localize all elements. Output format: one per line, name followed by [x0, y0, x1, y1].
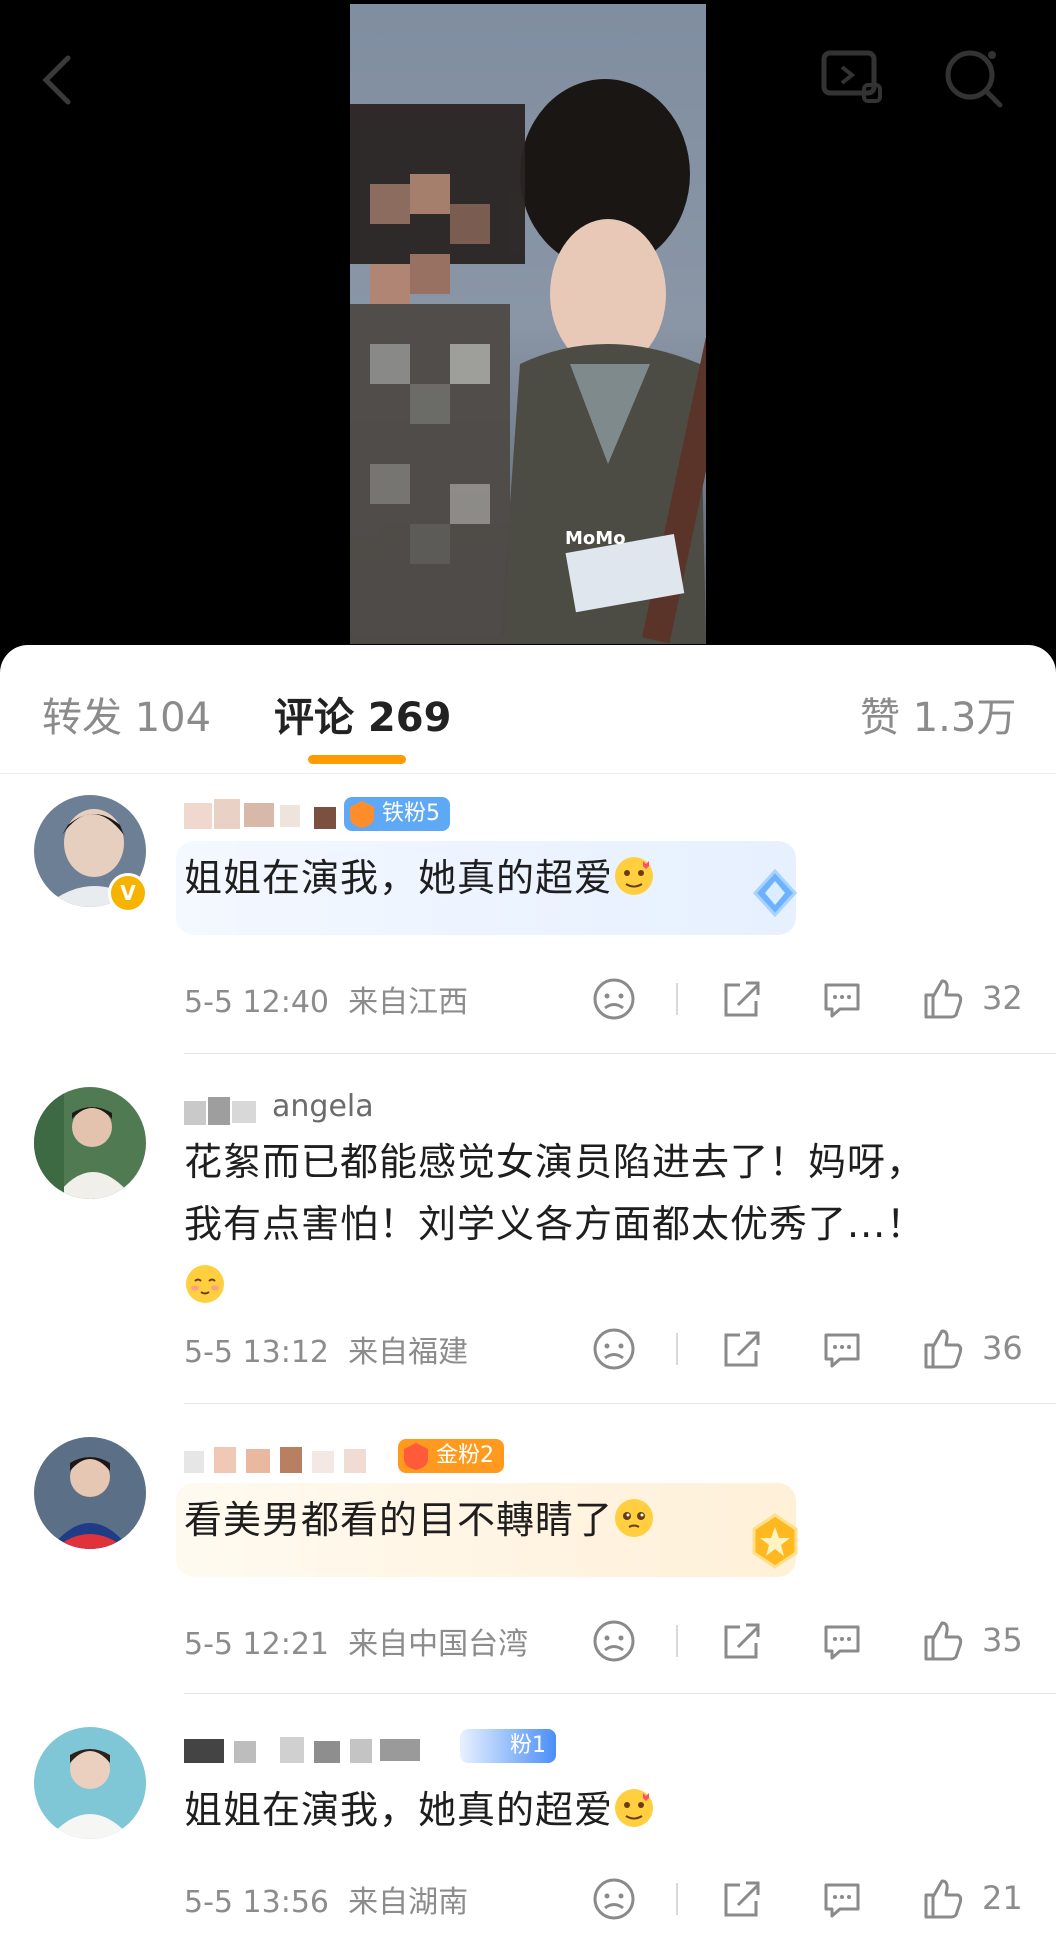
divider: [184, 1403, 1056, 1404]
divider: [184, 1693, 1056, 1694]
username-text: angela: [272, 1089, 374, 1124]
comment-text: 花絮而已都能感觉女演员陷进去了！妈呀， 我有点害怕！刘学义各方面都太优秀了...…: [184, 1131, 1024, 1317]
comment-icon[interactable]: [818, 1875, 866, 1923]
action-separator: [676, 1625, 678, 1657]
share-icon[interactable]: [718, 1617, 766, 1665]
comment-meta: 5-5 13:12 来自福建: [184, 1335, 469, 1370]
comment-icon[interactable]: [818, 1617, 866, 1665]
share-icon[interactable]: [718, 1325, 766, 1373]
username-blurred[interactable]: [184, 1727, 464, 1767]
fan-badge-label: 粉1: [510, 1733, 546, 1758]
comment-actions: 35: [590, 1617, 1030, 1665]
dislike-icon[interactable]: [590, 1325, 638, 1373]
comment-meta: 5-5 13:56 来自湖南: [184, 1885, 469, 1920]
love-face-icon: [615, 1789, 654, 1827]
share-icon[interactable]: [718, 1875, 766, 1923]
username-blurred[interactable]: [184, 793, 354, 833]
like-icon[interactable]: [918, 1875, 966, 1923]
divider: [184, 1053, 1056, 1054]
video-frame: MoMo: [350, 4, 706, 644]
comment-text: 姐姐在演我，她真的超爱: [184, 847, 1024, 909]
fan-badge[interactable]: 粉1: [460, 1729, 556, 1763]
share-icon[interactable]: [718, 975, 766, 1023]
action-separator: [676, 983, 678, 1015]
comment-text: 姐姐在演我，她真的超爱: [184, 1779, 1024, 1841]
watermark: MoMo: [565, 528, 626, 549]
like-count: 35: [982, 1621, 1023, 1659]
avatar[interactable]: [34, 1087, 146, 1199]
video-player[interactable]: MoMo: [350, 4, 706, 644]
avatar[interactable]: [34, 1437, 146, 1549]
like-count: 21: [982, 1879, 1023, 1917]
cast-icon[interactable]: [820, 45, 884, 109]
tab-likes[interactable]: 赞 1.3万: [860, 685, 1016, 743]
comment-icon[interactable]: [818, 975, 866, 1023]
comment-actions: 32: [590, 975, 1030, 1023]
username-blurred: [184, 1097, 256, 1125]
username-blurred[interactable]: [184, 1437, 404, 1477]
comment-sheet: 转发 104 评论 269 赞 1.3万 V 铁粉5 姐姐在演我，她真的超爱 5…: [0, 645, 1056, 1945]
shy-face-icon: [186, 1265, 224, 1303]
verified-icon: V: [108, 873, 148, 913]
comment-actions: 36: [590, 1325, 1030, 1373]
fan-badge-label: 铁粉5: [382, 801, 440, 826]
back-icon[interactable]: [38, 50, 78, 110]
teary-face-icon: [615, 1499, 654, 1537]
action-separator: [676, 1333, 678, 1365]
dislike-icon[interactable]: [590, 1617, 638, 1665]
like-icon[interactable]: [918, 1325, 966, 1373]
action-separator: [676, 1883, 678, 1915]
like-icon[interactable]: [918, 975, 966, 1023]
fan-badge[interactable]: 金粉2: [398, 1439, 504, 1473]
like-count: 36: [982, 1329, 1023, 1367]
dislike-icon[interactable]: [590, 1875, 638, 1923]
like-icon[interactable]: [918, 1617, 966, 1665]
dislike-icon[interactable]: [590, 975, 638, 1023]
video-area: MoMo: [0, 0, 1056, 660]
fan-badge[interactable]: 铁粉5: [344, 797, 450, 831]
comment-text: 看美男都看的目不轉睛了: [184, 1489, 1024, 1551]
fan-crest-icon: [350, 801, 374, 828]
tab-comments[interactable]: 评论 269: [274, 685, 451, 743]
comment-meta: 5-5 12:21 来自中国台湾: [184, 1627, 529, 1662]
tab-reposts[interactable]: 转发 104: [42, 685, 211, 743]
active-tab-indicator: [308, 755, 406, 764]
search-icon[interactable]: [942, 45, 1006, 109]
comment-icon[interactable]: [818, 1325, 866, 1373]
like-count: 32: [982, 979, 1023, 1017]
comment-actions: 21: [590, 1875, 1030, 1923]
love-face-icon: [615, 857, 654, 895]
comment-meta: 5-5 12:40 来自江西: [184, 985, 469, 1020]
avatar[interactable]: [34, 1727, 146, 1839]
fan-badge-label: 金粉2: [436, 1443, 494, 1468]
fan-crest-icon: [404, 1443, 428, 1470]
tab-bar: 转发 104 评论 269 赞 1.3万: [0, 645, 1056, 774]
